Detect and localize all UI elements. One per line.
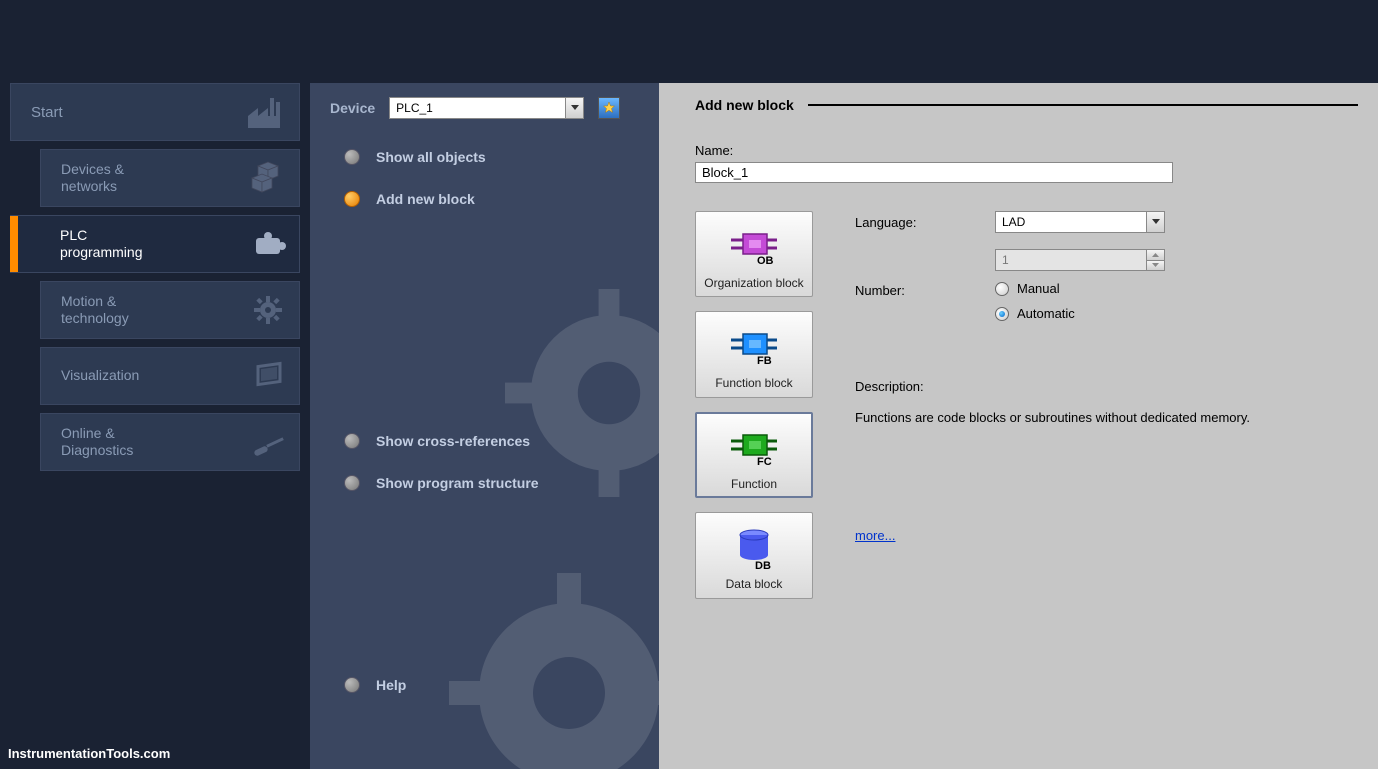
block-type-fb[interactable]: FB Function block [695,311,813,397]
block-type-ob[interactable]: OB Organization block [695,211,813,297]
radio-label: Manual [1017,281,1060,296]
chevron-up-icon [1147,250,1164,261]
mid-item-label: Show all objects [376,149,486,165]
device-select[interactable]: PLC_1 [389,97,584,119]
mid-add-new-block[interactable]: Add new block [344,191,639,207]
block-type-label: Organization block [700,276,808,290]
radio-manual[interactable]: Manual [995,281,1358,296]
nav-start-label: Start [31,104,63,121]
nav-item-label: PLC programming [60,227,142,262]
watermark: InstrumentationTools.com [8,746,170,761]
bullet-icon [344,433,360,449]
spinner-buttons [1146,250,1164,270]
bullet-icon [344,677,360,693]
ob-icon: OB [700,220,808,272]
name-input[interactable] [695,162,1173,183]
radio-icon [995,282,1009,296]
nav-item-label: Motion & technology [61,293,129,328]
language-label: Language: [855,215,995,230]
nav-item-label: Devices & networks [61,161,124,196]
block-type-label: Function [700,477,808,491]
middle-panel: Device PLC_1 Show all objects Add new bl [310,83,659,769]
chevron-down-icon[interactable] [1146,212,1164,232]
radio-automatic[interactable]: Automatic [995,306,1358,321]
svg-text:DB: DB [755,560,771,571]
number-input: 1 [995,249,1165,271]
block-type-label: Data block [700,577,808,591]
gear-icon [247,289,289,331]
nav-start[interactable]: Start [10,83,300,141]
nav-item-label: Online & Diagnostics [61,425,133,460]
nav-item-label: Visualization [61,367,139,385]
radio-label: Automatic [1017,306,1075,321]
fb-icon: FB [700,320,808,372]
nav-item-motion[interactable]: Motion & technology [40,281,300,339]
number-value: 1 [996,253,1146,267]
block-type-label: Function block [700,376,808,390]
name-label: Name: [695,143,1358,158]
mid-show-all[interactable]: Show all objects [344,149,639,165]
nav-item-devices[interactable]: Devices & networks [40,149,300,207]
language-value: LAD [996,215,1146,229]
factory-icon [243,91,285,133]
left-nav: Start Devices & networks [0,83,310,769]
more-link[interactable]: more... [855,528,895,543]
bullet-icon [344,191,360,207]
cubes-icon [247,157,289,199]
screwdriver-icon [247,421,289,463]
fc-icon: FC [700,421,808,473]
bullet-icon [344,149,360,165]
radio-icon [995,307,1009,321]
db-icon: DB [700,521,808,573]
language-select[interactable]: LAD [995,211,1165,233]
title-divider [808,104,1358,106]
description-label: Description: [855,379,1358,394]
screen-icon [247,355,289,397]
description-text: Functions are code blocks or subroutines… [855,408,1358,428]
number-label: Number: [855,283,995,298]
svg-text:OB: OB [757,255,774,266]
device-select-value: PLC_1 [390,101,565,115]
mid-item-label: Help [376,677,406,693]
block-type-fc[interactable]: FC Function [695,412,813,498]
device-label: Device [330,100,375,116]
mid-item-label: Add new block [376,191,475,207]
nav-item-online-diag[interactable]: Online & Diagnostics [40,413,300,471]
gear-bg-icon [479,263,659,523]
chevron-down-icon [1147,261,1164,271]
nav-item-plc-programming[interactable]: PLC programming [10,215,300,273]
svg-text:FC: FC [757,456,772,467]
bullet-icon [344,475,360,491]
nav-item-visualization[interactable]: Visualization [40,347,300,405]
block-type-db[interactable]: DB Data block [695,512,813,598]
device-wizard-button[interactable] [598,97,620,119]
right-panel: Add new block Name: [659,83,1378,769]
svg-text:FB: FB [757,355,772,366]
chevron-down-icon[interactable] [565,98,583,118]
gear-bg2-icon [419,543,659,769]
panel-title: Add new block [695,97,794,113]
top-bar [0,0,1378,83]
puzzle-icon [247,223,289,265]
